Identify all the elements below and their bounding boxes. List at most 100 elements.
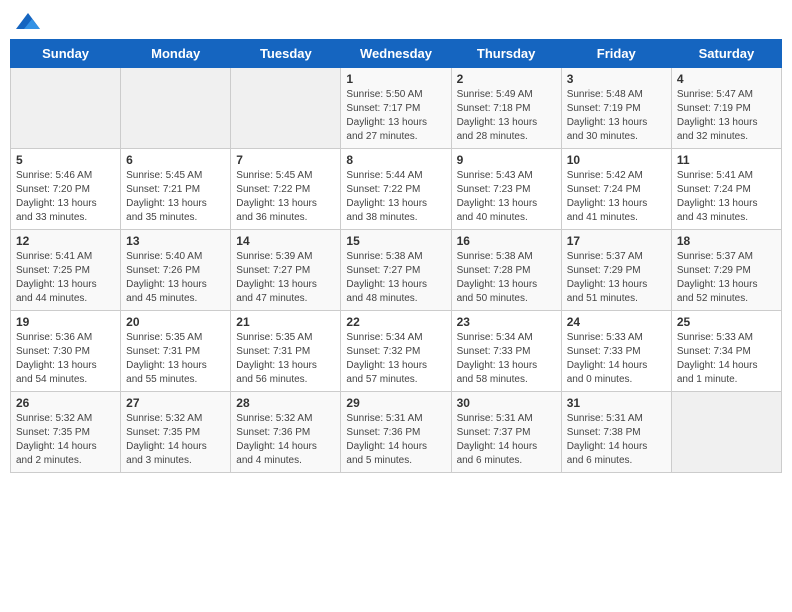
calendar-cell: 18 Sunrise: 5:37 AMSunset: 7:29 PMDayligh… (671, 230, 781, 311)
cell-content: Sunrise: 5:40 AMSunset: 7:26 PMDaylight:… (126, 250, 225, 306)
calendar-cell: 8 Sunrise: 5:44 AMSunset: 7:22 PMDaylight… (341, 149, 451, 230)
calendar-cell: 19 Sunrise: 5:36 AMSunset: 7:30 PMDayligh… (11, 311, 121, 392)
day-header-saturday: Saturday (671, 40, 781, 68)
cell-content: Sunrise: 5:36 AMSunset: 7:30 PMDaylight:… (16, 331, 115, 387)
day-number: 8 (346, 153, 445, 167)
cell-content: Sunrise: 5:41 AMSunset: 7:24 PMDaylight:… (677, 169, 776, 225)
day-number: 20 (126, 315, 225, 329)
calendar-cell (671, 392, 781, 473)
day-number: 12 (16, 234, 115, 248)
calendar-cell: 12 Sunrise: 5:41 AMSunset: 7:25 PMDayligh… (11, 230, 121, 311)
calendar-cell: 2 Sunrise: 5:49 AMSunset: 7:18 PMDaylight… (451, 68, 561, 149)
cell-content: Sunrise: 5:49 AMSunset: 7:18 PMDaylight:… (457, 88, 556, 144)
calendar-cell: 24Sunrise: 5:33 AMSunset: 7:33 PMDayligh… (561, 311, 671, 392)
day-number: 6 (126, 153, 225, 167)
cell-content: Sunrise: 5:45 AMSunset: 7:22 PMDaylight:… (236, 169, 335, 225)
page-header (10, 10, 782, 33)
cell-content: Sunrise: 5:44 AMSunset: 7:22 PMDaylight:… (346, 169, 445, 225)
calendar-cell: 28 Sunrise: 5:32 AMSunset: 7:36 PMDayligh… (231, 392, 341, 473)
day-number: 4 (677, 72, 776, 86)
week-row-4: 19 Sunrise: 5:36 AMSunset: 7:30 PMDayligh… (11, 311, 782, 392)
cell-content: Sunrise: 5:32 AMSunset: 7:35 PMDaylight:… (16, 412, 115, 468)
day-number: 5 (16, 153, 115, 167)
day-number: 19 (16, 315, 115, 329)
day-number: 15 (346, 234, 445, 248)
day-number: 14 (236, 234, 335, 248)
day-number: 18 (677, 234, 776, 248)
calendar-cell: 23 Sunrise: 5:34 AMSunset: 7:33 PMDayligh… (451, 311, 561, 392)
cell-content: Sunrise: 5:35 AMSunset: 7:31 PMDaylight:… (236, 331, 335, 387)
day-header-sunday: Sunday (11, 40, 121, 68)
calendar-cell: 25Sunrise: 5:33 AMSunset: 7:34 PMDayligh… (671, 311, 781, 392)
day-number: 31 (567, 396, 666, 410)
cell-content: Sunrise: 5:37 AMSunset: 7:29 PMDaylight:… (677, 250, 776, 306)
calendar-cell: 4Sunrise: 5:47 AMSunset: 7:19 PMDaylight… (671, 68, 781, 149)
day-number: 22 (346, 315, 445, 329)
day-header-wednesday: Wednesday (341, 40, 451, 68)
calendar-cell: 20 Sunrise: 5:35 AMSunset: 7:31 PMDayligh… (121, 311, 231, 392)
cell-content: Sunrise: 5:31 AMSunset: 7:36 PMDaylight:… (346, 412, 445, 468)
day-number: 25 (677, 315, 776, 329)
day-header-monday: Monday (121, 40, 231, 68)
day-header-friday: Friday (561, 40, 671, 68)
day-number: 21 (236, 315, 335, 329)
calendar-cell: 5Sunrise: 5:46 AMSunset: 7:20 PMDaylight… (11, 149, 121, 230)
day-number: 30 (457, 396, 556, 410)
day-number: 7 (236, 153, 335, 167)
cell-content: Sunrise: 5:31 AMSunset: 7:37 PMDaylight:… (457, 412, 556, 468)
day-number: 1 (346, 72, 445, 86)
calendar-cell: 14 Sunrise: 5:39 AMSunset: 7:27 PMDayligh… (231, 230, 341, 311)
calendar-cell: 3 Sunrise: 5:48 AMSunset: 7:19 PMDaylight… (561, 68, 671, 149)
cell-content: Sunrise: 5:41 AMSunset: 7:25 PMDaylight:… (16, 250, 115, 306)
calendar-cell: 31 Sunrise: 5:31 AMSunset: 7:38 PMDayligh… (561, 392, 671, 473)
day-number: 16 (457, 234, 556, 248)
calendar-cell: 10 Sunrise: 5:42 AMSunset: 7:24 PMDayligh… (561, 149, 671, 230)
day-number: 2 (457, 72, 556, 86)
calendar-cell: 21 Sunrise: 5:35 AMSunset: 7:31 PMDayligh… (231, 311, 341, 392)
calendar-cell: 26 Sunrise: 5:32 AMSunset: 7:35 PMDayligh… (11, 392, 121, 473)
day-number: 10 (567, 153, 666, 167)
cell-content: Sunrise: 5:37 AMSunset: 7:29 PMDaylight:… (567, 250, 666, 306)
calendar-table: SundayMondayTuesdayWednesdayThursdayFrid… (10, 39, 782, 473)
day-number: 29 (346, 396, 445, 410)
week-row-1: 1 Sunrise: 5:50 AMSunset: 7:17 PMDaylight… (11, 68, 782, 149)
day-number: 28 (236, 396, 335, 410)
calendar-cell: 30 Sunrise: 5:31 AMSunset: 7:37 PMDayligh… (451, 392, 561, 473)
day-number: 24 (567, 315, 666, 329)
day-number: 27 (126, 396, 225, 410)
logo (14, 10, 46, 33)
day-header-tuesday: Tuesday (231, 40, 341, 68)
cell-content: Sunrise: 5:38 AMSunset: 7:28 PMDaylight:… (457, 250, 556, 306)
cell-content: Sunrise: 5:39 AMSunset: 7:27 PMDaylight:… (236, 250, 335, 306)
day-number: 23 (457, 315, 556, 329)
day-number: 3 (567, 72, 666, 86)
cell-content: Sunrise: 5:34 AMSunset: 7:32 PMDaylight:… (346, 331, 445, 387)
calendar-cell: 16 Sunrise: 5:38 AMSunset: 7:28 PMDayligh… (451, 230, 561, 311)
cell-content: Sunrise: 5:45 AMSunset: 7:21 PMDaylight:… (126, 169, 225, 225)
cell-content: Sunrise: 5:32 AMSunset: 7:36 PMDaylight:… (236, 412, 335, 468)
day-number: 9 (457, 153, 556, 167)
cell-content: Sunrise: 5:48 AMSunset: 7:19 PMDaylight:… (567, 88, 666, 144)
calendar-cell: 9 Sunrise: 5:43 AMSunset: 7:23 PMDaylight… (451, 149, 561, 230)
day-number: 26 (16, 396, 115, 410)
calendar-cell: 13 Sunrise: 5:40 AMSunset: 7:26 PMDayligh… (121, 230, 231, 311)
cell-content: Sunrise: 5:50 AMSunset: 7:17 PMDaylight:… (346, 88, 445, 144)
calendar-cell (231, 68, 341, 149)
cell-content: Sunrise: 5:35 AMSunset: 7:31 PMDaylight:… (126, 331, 225, 387)
calendar-cell: 15Sunrise: 5:38 AMSunset: 7:27 PMDayligh… (341, 230, 451, 311)
calendar-cell: 17 Sunrise: 5:37 AMSunset: 7:29 PMDayligh… (561, 230, 671, 311)
cell-content: Sunrise: 5:34 AMSunset: 7:33 PMDaylight:… (457, 331, 556, 387)
day-number: 17 (567, 234, 666, 248)
calendar-cell: 27Sunrise: 5:32 AMSunset: 7:35 PMDayligh… (121, 392, 231, 473)
day-header-thursday: Thursday (451, 40, 561, 68)
calendar-cell: 7 Sunrise: 5:45 AMSunset: 7:22 PMDaylight… (231, 149, 341, 230)
day-number: 13 (126, 234, 225, 248)
cell-content: Sunrise: 5:31 AMSunset: 7:38 PMDaylight:… (567, 412, 666, 468)
calendar-cell: 1 Sunrise: 5:50 AMSunset: 7:17 PMDaylight… (341, 68, 451, 149)
week-row-2: 5Sunrise: 5:46 AMSunset: 7:20 PMDaylight… (11, 149, 782, 230)
calendar-cell: 29 Sunrise: 5:31 AMSunset: 7:36 PMDayligh… (341, 392, 451, 473)
cell-content: Sunrise: 5:42 AMSunset: 7:24 PMDaylight:… (567, 169, 666, 225)
cell-content: Sunrise: 5:43 AMSunset: 7:23 PMDaylight:… (457, 169, 556, 225)
logo-icon (14, 11, 42, 33)
calendar-cell: 6 Sunrise: 5:45 AMSunset: 7:21 PMDaylight… (121, 149, 231, 230)
